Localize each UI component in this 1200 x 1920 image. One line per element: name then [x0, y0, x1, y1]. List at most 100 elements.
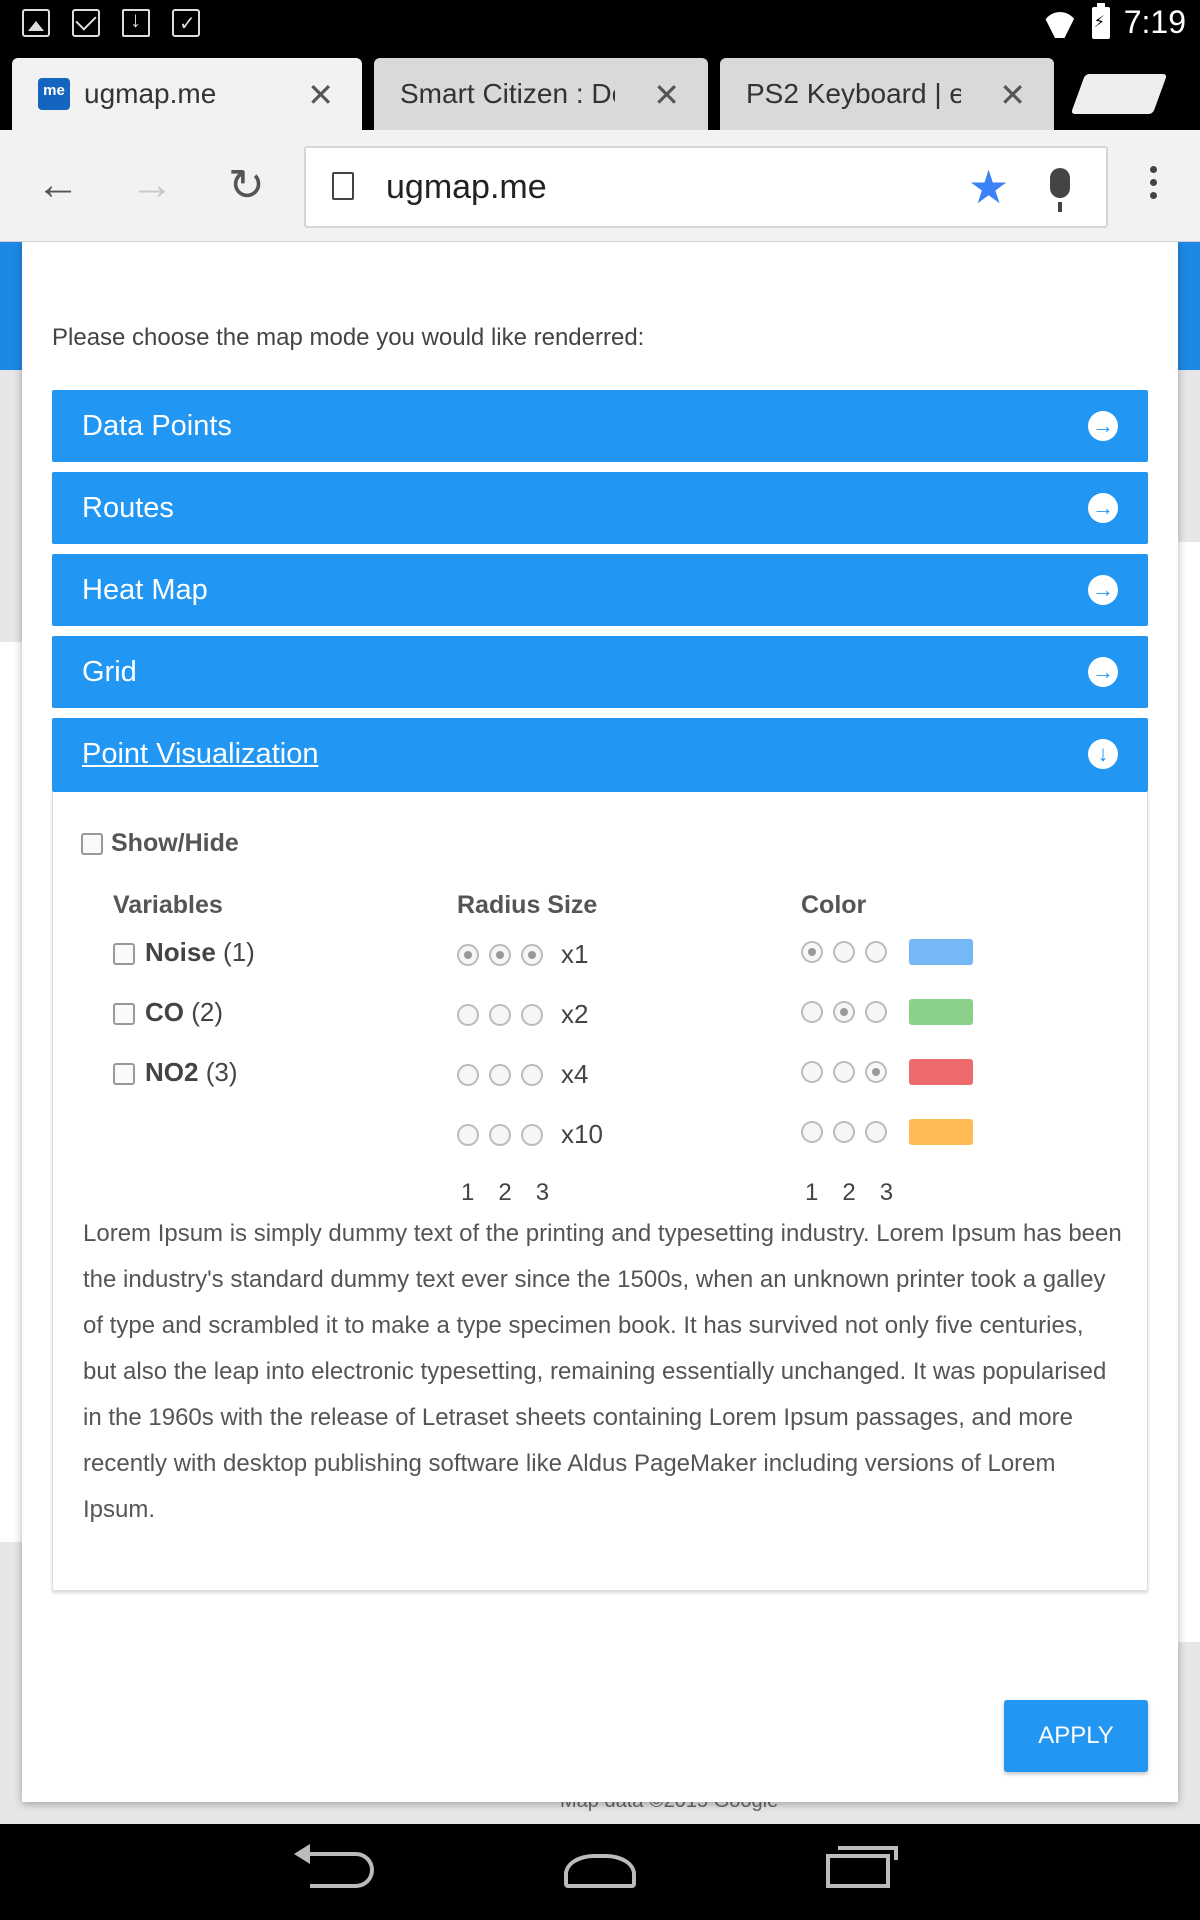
color-swatch	[909, 999, 973, 1025]
color-swatch	[909, 1119, 973, 1145]
radius-radio-2[interactable]	[489, 1003, 511, 1026]
download-icon	[122, 7, 150, 37]
color-radio-3[interactable]	[865, 1061, 887, 1083]
bookmark-star-icon[interactable]: ★	[968, 160, 1009, 214]
reload-icon[interactable]: ↻	[228, 160, 265, 211]
image-icon	[22, 9, 50, 37]
variable-checkbox[interactable]	[113, 1003, 135, 1026]
variable-index: (2)	[191, 997, 224, 1027]
column-number: 2	[842, 1179, 856, 1206]
new-tab-button[interactable]	[1070, 74, 1168, 114]
radius-radio-1[interactable]	[457, 943, 479, 966]
show-hide-checkbox[interactable]	[81, 833, 103, 856]
radius-radio-1[interactable]	[457, 1123, 479, 1146]
radius-radio-3[interactable]	[521, 1063, 543, 1086]
apply-button[interactable]: APPLY	[1004, 1700, 1148, 1772]
radius-label: x4	[561, 1059, 589, 1089]
color-radio-2[interactable]	[833, 1061, 855, 1083]
tab-ps2-keyboard[interactable]: PS2 Keyboard | e ✕	[720, 58, 1054, 328]
color-radio-2[interactable]	[833, 1121, 855, 1143]
radius-radio-3[interactable]	[521, 943, 543, 966]
color-radio-1[interactable]	[801, 1121, 823, 1143]
dialog-intro: Please choose the map mode you would lik…	[52, 324, 645, 351]
section-point-visualization[interactable]: Point Visualization ↓	[52, 718, 1148, 792]
variable-noise[interactable]: Noise (1)	[113, 937, 255, 968]
radius-radio-3[interactable]	[521, 1123, 543, 1146]
system-nav-bar	[0, 1824, 1200, 1920]
home-icon[interactable]	[564, 1854, 636, 1888]
point-visualization-panel: Show/Hide Variables Radius Size Color No…	[52, 791, 1148, 1591]
variable-co[interactable]: CO (2)	[113, 997, 223, 1028]
tab-smart-citizen[interactable]: Smart Citizen : De ✕	[374, 58, 708, 328]
color-column-numbers: 1 2 3	[805, 1179, 893, 1207]
section-data-points[interactable]: Data Points →	[52, 390, 1148, 462]
radius-radio-2[interactable]	[489, 943, 511, 966]
color-row-3	[801, 1059, 973, 1085]
radius-radio-1[interactable]	[457, 1003, 479, 1026]
close-tab-icon[interactable]: ✕	[653, 76, 680, 114]
radius-label: x10	[561, 1119, 603, 1149]
address-bar[interactable]: ugmap.me ★	[304, 146, 1108, 228]
variable-index: (3)	[205, 1057, 238, 1087]
close-tab-icon[interactable]: ✕	[307, 76, 334, 114]
color-radio-3[interactable]	[865, 1001, 887, 1023]
color-radio-1[interactable]	[801, 1001, 823, 1023]
recent-apps-icon[interactable]	[826, 1846, 898, 1888]
color-header: Color	[801, 891, 867, 919]
variables-header: Variables	[113, 891, 223, 919]
back-arrow-icon[interactable]: ←	[36, 160, 80, 210]
mail-icon	[72, 9, 100, 37]
section-heat-map[interactable]: Heat Map →	[52, 554, 1148, 626]
close-tab-icon[interactable]: ✕	[999, 76, 1026, 114]
battery-charging-icon	[1091, 2, 1110, 39]
page-content: Map data ©2015 Google Please choose the …	[0, 242, 1200, 1824]
section-label: Routes	[82, 492, 174, 524]
radius-radio-2[interactable]	[489, 1123, 511, 1146]
radius-radio-3[interactable]	[521, 1003, 543, 1026]
microphone-icon[interactable]	[1050, 168, 1070, 212]
variable-name: CO	[145, 997, 184, 1027]
radius-column-numbers: 1 2 3	[461, 1179, 549, 1207]
page-icon	[332, 172, 354, 200]
description-text: Lorem Ipsum is simply dummy text of the …	[83, 1220, 1122, 1523]
color-swatch	[909, 939, 973, 965]
url-text[interactable]: ugmap.me	[386, 168, 547, 207]
column-number: 3	[535, 1179, 550, 1206]
variable-checkbox[interactable]	[113, 1063, 135, 1086]
color-swatch	[909, 1059, 973, 1085]
back-icon[interactable]	[294, 1844, 374, 1888]
map-road	[1176, 542, 1200, 1642]
show-hide-toggle[interactable]: Show/Hide	[81, 829, 239, 858]
column-number: 1	[805, 1179, 819, 1206]
section-label: Point Visualization	[82, 738, 319, 770]
color-radio-3[interactable]	[865, 1121, 887, 1143]
color-radio-3[interactable]	[865, 941, 887, 963]
radius-row-x1: x1	[457, 939, 588, 970]
clock: 7:19	[1123, 4, 1186, 40]
arrow-right-circle-icon: →	[1088, 411, 1118, 441]
color-radio-2[interactable]	[833, 1001, 855, 1023]
color-row-4	[801, 1119, 973, 1145]
section-label: Heat Map	[82, 574, 208, 606]
wifi-icon	[1042, 8, 1078, 38]
overflow-menu-icon[interactable]	[1150, 166, 1158, 199]
color-radio-2[interactable]	[833, 941, 855, 963]
variable-checkbox[interactable]	[113, 943, 135, 966]
section-routes[interactable]: Routes →	[52, 472, 1148, 544]
tab-ugmap[interactable]: me ugmap.me ✕	[12, 58, 362, 130]
section-label: Grid	[82, 656, 137, 688]
color-radio-1[interactable]	[801, 941, 823, 963]
radius-radio-1[interactable]	[457, 1063, 479, 1086]
tab-title: Smart Citizen : De	[400, 78, 615, 109]
color-radio-1[interactable]	[801, 1061, 823, 1083]
variable-no2[interactable]: NO2 (3)	[113, 1057, 237, 1088]
column-number: 1	[461, 1179, 475, 1206]
variable-name: NO2	[145, 1057, 199, 1087]
arrow-right-circle-icon: →	[1088, 493, 1118, 523]
radius-label: x1	[561, 939, 589, 969]
section-grid[interactable]: Grid →	[52, 636, 1148, 708]
radius-radio-2[interactable]	[489, 1063, 511, 1086]
radius-row-x2: x2	[457, 999, 588, 1030]
tab-title: ugmap.me	[84, 78, 217, 109]
color-row-1	[801, 939, 973, 965]
